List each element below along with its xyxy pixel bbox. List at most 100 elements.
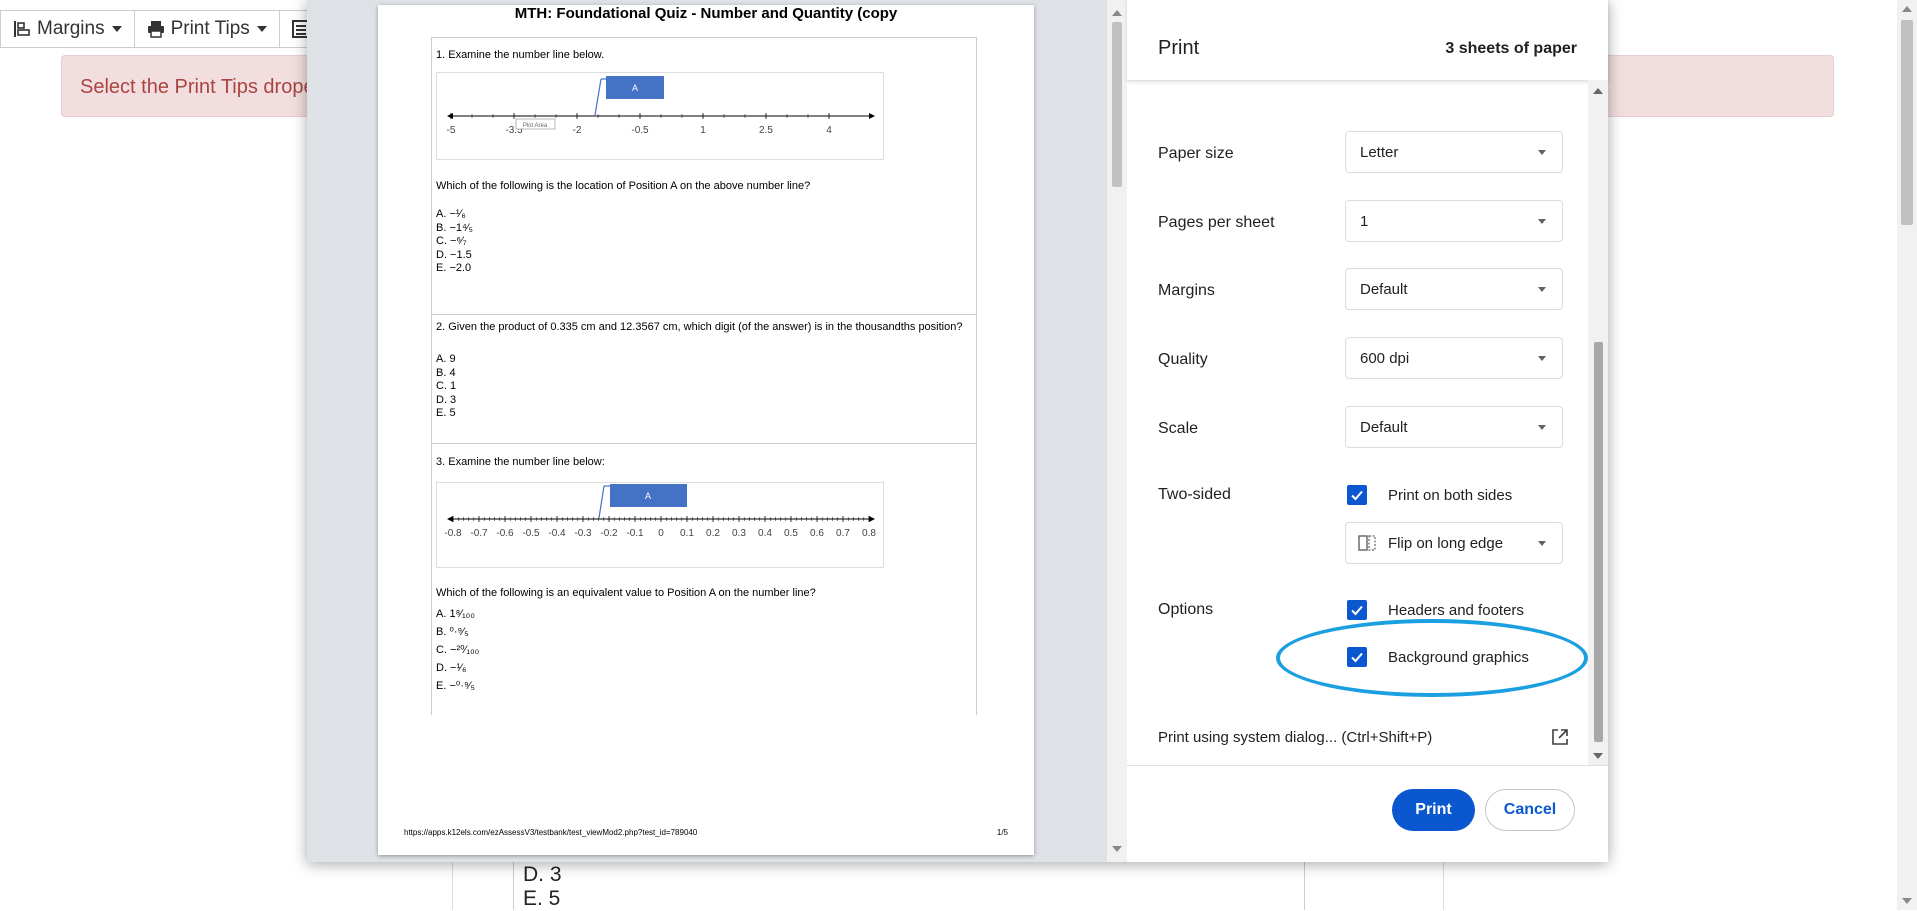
print-both-sides-checkbox[interactable]: [1347, 485, 1367, 505]
answer-option: D. −¹⁄₆: [436, 662, 467, 674]
plot-area-label: Plot Area: [523, 123, 548, 129]
cancel-button[interactable]: Cancel: [1485, 789, 1575, 831]
scroll-thumb[interactable]: [1901, 20, 1913, 225]
print-dialog: MTH: Foundational Quiz - Number and Quan…: [307, 0, 1608, 862]
print-button[interactable]: Print: [1392, 789, 1475, 831]
quiz-title: MTH: Foundational Quiz - Number and Quan…: [514, 5, 898, 22]
checkmark-icon: [1351, 605, 1363, 616]
question-2-prompt: 2. Given the product of 0.335 cm and 12.…: [436, 321, 963, 333]
tick-label: -0.8: [444, 528, 462, 539]
tick-label: 0.2: [706, 528, 720, 539]
tick-label: -0.1: [626, 528, 644, 539]
background-question-box: [513, 862, 1305, 910]
tick-label: 1: [700, 125, 706, 136]
paper-size-select[interactable]: Letter: [1345, 131, 1563, 173]
scroll-up-icon[interactable]: [1593, 88, 1603, 94]
tick-label: 0: [658, 528, 664, 539]
print-preview-area: MTH: Foundational Quiz - Number and Quan…: [307, 0, 1127, 862]
tick-label: 0.3: [732, 528, 746, 539]
tick-label: 4: [826, 125, 832, 136]
tick-label: 0.1: [680, 528, 694, 539]
question-2-box: 2. Given the product of 0.335 cm and 12.…: [431, 314, 977, 443]
tick-label: -0.4: [548, 528, 566, 539]
arrow-left-icon: [447, 516, 453, 522]
dropdown-arrow-icon: [1538, 219, 1546, 224]
scale-select[interactable]: Default: [1345, 406, 1563, 448]
position-a-label: A: [632, 83, 638, 93]
scroll-up-icon[interactable]: [1112, 10, 1122, 16]
answer-option: C. 1: [436, 380, 457, 392]
dropdown-arrow-icon: [1538, 541, 1546, 546]
scroll-down-icon[interactable]: [1902, 898, 1912, 904]
caret-down-icon: [111, 26, 122, 32]
answer-option: C. −²⁰⁄₁₀₀: [436, 644, 480, 656]
answer-option: E. −2.0: [436, 262, 472, 274]
tick-label: -0.3: [574, 528, 592, 539]
pages-per-sheet-value: 1: [1360, 213, 1369, 230]
scroll-thumb[interactable]: [1594, 342, 1603, 742]
quality-select[interactable]: 600 dpi: [1345, 337, 1563, 379]
margins-label: Margins: [1158, 282, 1215, 299]
position-a-label: A: [645, 491, 651, 501]
margins-select[interactable]: Default: [1345, 268, 1563, 310]
tick-label: -0.5: [631, 125, 649, 136]
question-1-prompt: 1. Examine the number line below.: [436, 49, 605, 61]
two-sided-label: Two-sided: [1158, 486, 1231, 503]
dropdown-arrow-icon: [1538, 287, 1546, 292]
dropdown-arrow-icon: [1538, 150, 1546, 155]
answer-option: A. 9: [436, 353, 456, 365]
tick-label: -0.2: [600, 528, 618, 539]
settings-header: Print 3 sheets of paper: [1127, 0, 1608, 81]
open-external-icon[interactable]: [1551, 728, 1569, 746]
scale-value: Default: [1360, 419, 1408, 436]
highlight-ellipse: [1276, 619, 1588, 697]
print-tips-dropdown-button[interactable]: Print Tips: [133, 10, 280, 48]
print-title: Print: [1158, 37, 1200, 59]
headers-footers-checkbox[interactable]: [1347, 600, 1367, 620]
scroll-down-icon[interactable]: [1112, 846, 1122, 852]
settings-footer: Print Cancel: [1127, 765, 1608, 863]
answer-option: D. 3: [436, 393, 457, 406]
printer-icon: [147, 21, 164, 38]
page-toolbar: Margins Print Tips: [0, 10, 327, 50]
arrow-right-icon: [869, 516, 875, 522]
preview-scrollbar[interactable]: [1107, 0, 1127, 862]
background-answer: E. 5: [523, 887, 561, 910]
flip-edge-select[interactable]: Flip on long edge: [1345, 522, 1563, 564]
answer-option: C. −⁶⁄₇: [436, 235, 467, 247]
page-scrollbar[interactable]: [1897, 0, 1917, 910]
answer-option: D. −1.5: [436, 248, 472, 261]
settings-scrollbar[interactable]: [1588, 80, 1608, 765]
quality-label: Quality: [1158, 351, 1208, 368]
paper-size-label: Paper size: [1158, 145, 1234, 162]
answer-option: E. 5: [436, 407, 456, 419]
answer-option: B. −1⁴⁄₅: [436, 221, 473, 234]
scroll-down-icon[interactable]: [1593, 753, 1603, 759]
pages-per-sheet-label: Pages per sheet: [1158, 214, 1275, 231]
question-1-box: 1. Examine the number line below. -5 -3.5…: [431, 37, 977, 314]
pages-per-sheet-select[interactable]: 1: [1345, 200, 1563, 242]
question-3-text: Which of the following is an equivalent …: [436, 587, 816, 599]
answer-option: E. −⁰·⁹⁄₅: [436, 680, 475, 692]
tick-label: -2: [573, 125, 582, 136]
arrow-left-icon: [447, 113, 453, 119]
margins-label: Margins: [37, 18, 105, 39]
margins-dropdown-button[interactable]: Margins: [0, 10, 135, 48]
align-left-icon: [14, 21, 30, 37]
headers-footers-label: Headers and footers: [1388, 602, 1524, 619]
tick-label: -0.6: [496, 528, 514, 539]
print-both-sides-label: Print on both sides: [1388, 487, 1513, 504]
tick-label: 0.8: [862, 528, 876, 539]
question-2-answers: A. 9 B. 4 C. 1 D. 3 E. 5: [436, 353, 456, 421]
tick-label: -5: [447, 125, 456, 136]
background-document: D. 3 E. 5: [452, 862, 1444, 910]
scroll-up-icon[interactable]: [1902, 6, 1912, 12]
quality-value: 600 dpi: [1360, 350, 1410, 367]
arrow-right-icon: [869, 113, 875, 119]
system-dialog-link[interactable]: Print using system dialog... (Ctrl+Shift…: [1158, 729, 1432, 746]
tick-label: 0.7: [836, 528, 850, 539]
question-1-number-line: -5 -3.5 -2 -0.5 1 2.5 4 A Plot Area: [436, 72, 884, 160]
scroll-thumb[interactable]: [1112, 22, 1122, 187]
answer-option: A. 1⁸⁄₁₀₀: [436, 608, 475, 620]
tick-label: 0.4: [758, 528, 772, 539]
